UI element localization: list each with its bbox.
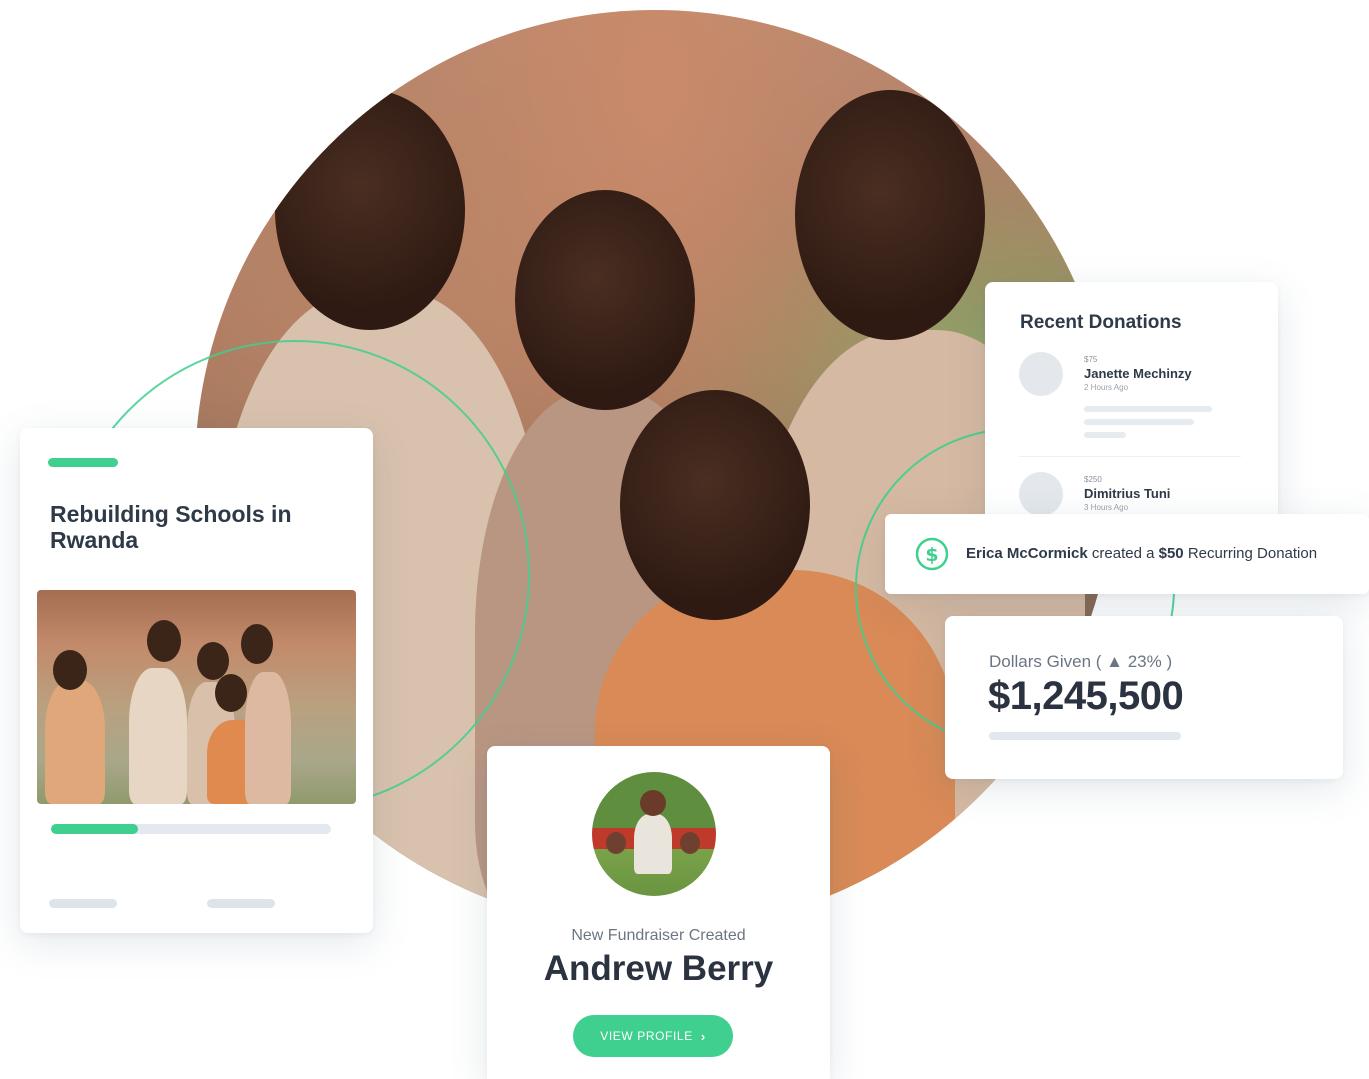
view-profile-label: VIEW PROFILE [600,1029,693,1043]
campaign-title: Rebuilding Schools in Rwanda [50,501,292,553]
notification-middle: created a [1087,545,1159,562]
skeleton-line [1084,419,1194,425]
campaign-meta-skeleton [207,899,275,908]
child-face [275,90,465,330]
donation-amount: $250 [1084,475,1102,484]
donation-amount: $75 [1084,355,1098,364]
child-face [515,190,695,410]
recent-donations-heading: Recent Donations [1020,312,1182,333]
donation-time: 3 Hours Ago [1084,503,1129,512]
avatar [1019,352,1063,396]
notification-text: Erica McCormick created a $50 Recurring … [966,545,1317,562]
portrait-child [680,832,700,854]
thumb-child-head [215,674,247,712]
fundraiser-avatar [592,772,716,896]
dollars-given-card: Dollars Given ( ▲ 23% ) $1,245,500 [945,616,1343,779]
campaign-accent-bar [48,458,118,467]
child-face [620,390,810,620]
dollars-given-label: Dollars Given ( ▲ 23% ) [989,652,1173,671]
notification-suffix: Recurring Donation [1183,545,1318,562]
chevron-right-icon: › [700,1028,706,1044]
donation-item[interactable]: $75 Janette Mechinzy 2 Hours Ago [1019,352,1259,412]
recurring-donation-notification[interactable]: $ Erica McCormick created a $50 Recurrin… [885,514,1369,594]
thumb-child-head [197,642,229,680]
thumb-child [245,672,291,804]
portrait-body [634,814,672,874]
thumb-child [45,680,105,804]
fundraiser-name: Andrew Berry [543,949,774,988]
avatar [1019,472,1063,516]
skeleton-line [989,732,1181,740]
campaign-card[interactable]: Rebuilding Schools in Rwanda [20,428,373,933]
new-fundraiser-card: New Fundraiser Created Andrew Berry VIEW… [487,746,830,1079]
campaign-image [37,590,356,804]
donor-name: Dimitrius Tuni [1084,486,1171,501]
notification-amount: $50 [1158,545,1184,562]
child-face [795,90,985,340]
dollars-given-value: $1,245,500 [988,674,1184,718]
svg-text:$: $ [925,544,938,566]
campaign-progress [51,824,331,834]
donation-time: 2 Hours Ago [1084,383,1129,392]
campaign-meta-skeleton [49,899,117,908]
divider [1019,456,1241,457]
skeleton-line [1084,406,1212,412]
skeleton-line [1084,432,1126,438]
view-profile-button[interactable]: VIEW PROFILE › [573,1015,733,1057]
dollar-circle-icon: $ [915,537,949,571]
portrait-child [606,832,626,854]
fundraiser-subtitle: New Fundraiser Created [571,927,746,944]
campaign-progress-fill [51,824,138,834]
thumb-child-head [241,624,273,664]
donor-name: Janette Mechinzy [1084,366,1192,381]
recent-donations-card: Recent Donations $75 Janette Mechinzy 2 … [985,282,1278,522]
thumb-child-head [147,620,181,662]
thumb-child [129,668,187,804]
portrait-head [640,790,666,816]
notification-name: Erica McCormick [966,545,1088,562]
thumb-child-head [53,650,87,690]
